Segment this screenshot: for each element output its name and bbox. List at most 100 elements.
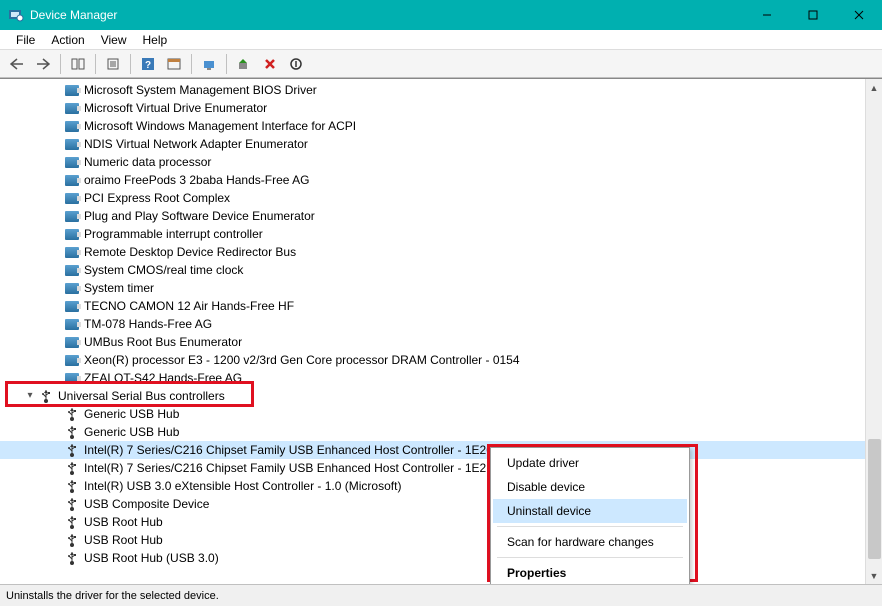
tree-item-label: Generic USB Hub — [84, 423, 179, 441]
maximize-button[interactable] — [790, 0, 836, 30]
tree-item-usb-device[interactable]: USB Root Hub — [0, 513, 865, 531]
content-area: Microsoft System Management BIOS DriverM… — [0, 78, 882, 584]
usb-icon — [64, 497, 80, 511]
tree-item-label: USB Root Hub — [84, 513, 163, 531]
tree-item-system-device[interactable]: Microsoft System Management BIOS Driver — [0, 81, 865, 99]
usb-icon — [64, 425, 80, 439]
tree-item-system-device[interactable]: NDIS Virtual Network Adapter Enumerator — [0, 135, 865, 153]
menu-help[interactable]: Help — [135, 31, 176, 49]
device-icon — [64, 353, 80, 367]
ctx-update-driver[interactable]: Update driver — [493, 451, 687, 475]
tree-item-usb-device[interactable]: USB Root Hub — [0, 531, 865, 549]
titlebar: Device Manager — [0, 0, 882, 30]
tree-item-label: Microsoft System Management BIOS Driver — [84, 81, 317, 99]
tree-item-system-device[interactable]: System CMOS/real time clock — [0, 261, 865, 279]
scroll-down-button[interactable]: ▼ — [866, 567, 882, 584]
usb-icon — [38, 389, 54, 403]
tree-item-system-device[interactable]: System timer — [0, 279, 865, 297]
tree-item-usb-device[interactable]: Intel(R) 7 Series/C216 Chipset Family US… — [0, 441, 865, 459]
properties-button[interactable] — [102, 53, 124, 75]
device-icon — [64, 191, 80, 205]
device-icon — [64, 137, 80, 151]
back-button[interactable] — [6, 53, 28, 75]
tree-category-label: Universal Serial Bus controllers — [58, 387, 225, 405]
ctx-scan-hardware[interactable]: Scan for hardware changes — [493, 530, 687, 554]
tree-item-usb-device[interactable]: USB Root Hub (USB 3.0) — [0, 549, 865, 567]
scrollbar[interactable]: ▲ ▼ — [865, 79, 882, 584]
device-tree[interactable]: Microsoft System Management BIOS DriverM… — [0, 79, 865, 584]
usb-icon — [64, 461, 80, 475]
tree-item-label: System timer — [84, 279, 154, 297]
tree-item-label: Intel(R) 7 Series/C216 Chipset Family US… — [84, 459, 495, 477]
update-driver-button[interactable] — [233, 53, 255, 75]
tree-item-system-device[interactable]: Plug and Play Software Device Enumerator — [0, 207, 865, 225]
ctx-uninstall-device[interactable]: Uninstall device — [493, 499, 687, 523]
toolbar: ? — [0, 50, 882, 78]
tree-item-usb-device[interactable]: Generic USB Hub — [0, 405, 865, 423]
show-hide-console-button[interactable] — [67, 53, 89, 75]
tree-item-system-device[interactable]: TM-078 Hands-Free AG — [0, 315, 865, 333]
tree-item-system-device[interactable]: oraimo FreePods 3 2baba Hands-Free AG — [0, 171, 865, 189]
window-title: Device Manager — [30, 8, 744, 22]
tree-item-system-device[interactable]: Microsoft Virtual Drive Enumerator — [0, 99, 865, 117]
device-icon — [64, 155, 80, 169]
chevron-down-icon[interactable]: ▾ — [22, 387, 38, 405]
tree-item-label: TECNO CAMON 12 Air Hands-Free HF — [84, 297, 294, 315]
menu-action[interactable]: Action — [43, 31, 92, 49]
forward-button[interactable] — [32, 53, 54, 75]
tree-item-label: USB Root Hub (USB 3.0) — [84, 549, 219, 567]
tree-item-label: oraimo FreePods 3 2baba Hands-Free AG — [84, 171, 309, 189]
tree-item-usb-device[interactable]: USB Composite Device — [0, 495, 865, 513]
tree-item-label: USB Composite Device — [84, 495, 209, 513]
tree-item-label: TM-078 Hands-Free AG — [84, 315, 212, 333]
tree-item-system-device[interactable]: Remote Desktop Device Redirector Bus — [0, 243, 865, 261]
tree-item-label: Programmable interrupt controller — [84, 225, 263, 243]
tree-item-label: ZEALOT-S42 Hands-Free AG — [84, 369, 242, 387]
tree-item-usb-device[interactable]: Intel(R) USB 3.0 eXtensible Host Control… — [0, 477, 865, 495]
tree-item-system-device[interactable]: PCI Express Root Complex — [0, 189, 865, 207]
tree-item-system-device[interactable]: Xeon(R) processor E3 - 1200 v2/3rd Gen C… — [0, 351, 865, 369]
tree-item-system-device[interactable]: TECNO CAMON 12 Air Hands-Free HF — [0, 297, 865, 315]
ctx-properties[interactable]: Properties — [493, 561, 687, 584]
tree-item-label: Plug and Play Software Device Enumerator — [84, 207, 315, 225]
device-icon — [64, 281, 80, 295]
help-button[interactable]: ? — [137, 53, 159, 75]
tree-item-label: System CMOS/real time clock — [84, 261, 243, 279]
usb-icon — [64, 515, 80, 529]
tree-item-usb-device[interactable]: Generic USB Hub — [0, 423, 865, 441]
device-icon — [64, 371, 80, 385]
device-icon — [64, 101, 80, 115]
device-icon — [64, 335, 80, 349]
tree-item-label: NDIS Virtual Network Adapter Enumerator — [84, 135, 308, 153]
device-icon — [64, 119, 80, 133]
tree-item-label: PCI Express Root Complex — [84, 189, 230, 207]
tree-item-system-device[interactable]: Microsoft Windows Management Interface f… — [0, 117, 865, 135]
context-menu: Update driver Disable device Uninstall d… — [490, 447, 690, 584]
tree-item-label: Remote Desktop Device Redirector Bus — [84, 243, 296, 261]
disable-device-button[interactable] — [285, 53, 307, 75]
tree-item-system-device[interactable]: Programmable interrupt controller — [0, 225, 865, 243]
uninstall-device-button[interactable] — [259, 53, 281, 75]
tree-item-usb-device[interactable]: Intel(R) 7 Series/C216 Chipset Family US… — [0, 459, 865, 477]
tree-item-label: Intel(R) USB 3.0 eXtensible Host Control… — [84, 477, 401, 495]
tree-item-system-device[interactable]: ZEALOT-S42 Hands-Free AG — [0, 369, 865, 387]
device-icon — [64, 209, 80, 223]
scroll-up-button[interactable]: ▲ — [866, 79, 882, 96]
tree-item-system-device[interactable]: Numeric data processor — [0, 153, 865, 171]
menu-view[interactable]: View — [93, 31, 135, 49]
device-icon — [64, 317, 80, 331]
tree-item-label: Microsoft Windows Management Interface f… — [84, 117, 356, 135]
tree-item-system-device[interactable]: UMBus Root Bus Enumerator — [0, 333, 865, 351]
tree-item-label: Numeric data processor — [84, 153, 211, 171]
tree-category-usb-controllers[interactable]: ▾ Universal Serial Bus controllers — [0, 387, 865, 405]
usb-icon — [64, 407, 80, 421]
tree-item-label: Generic USB Hub — [84, 405, 179, 423]
scan-hardware-button[interactable] — [198, 53, 220, 75]
action-button[interactable] — [163, 53, 185, 75]
ctx-disable-device[interactable]: Disable device — [493, 475, 687, 499]
minimize-button[interactable] — [744, 0, 790, 30]
app-icon — [8, 7, 24, 23]
close-button[interactable] — [836, 0, 882, 30]
scroll-thumb[interactable] — [868, 439, 881, 559]
menu-file[interactable]: File — [8, 31, 43, 49]
